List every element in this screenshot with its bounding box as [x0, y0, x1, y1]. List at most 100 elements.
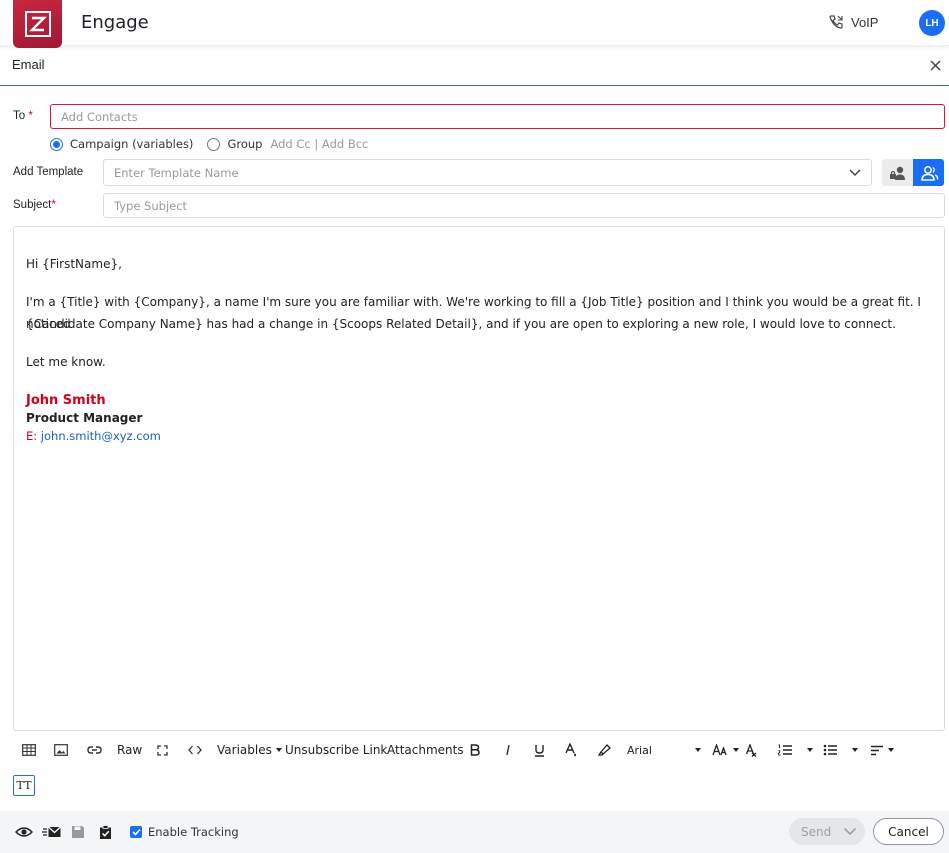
- preview-button[interactable]: [15, 823, 33, 841]
- shared-template-button[interactable]: [913, 159, 944, 186]
- caret-down-icon: [852, 748, 858, 752]
- add-cc-bcc-link[interactable]: Add Cc | Add Bcc: [270, 137, 368, 151]
- caret-down-icon: [888, 748, 894, 752]
- ordered-list-icon: [777, 744, 792, 756]
- subject-label: Subject*: [13, 199, 56, 211]
- font-family-dropdown[interactable]: Arial: [627, 740, 703, 760]
- subject-placeholder: Type Subject: [114, 198, 188, 213]
- users-icon: [920, 165, 938, 181]
- radio-group-label[interactable]: Group: [227, 137, 262, 151]
- radio-campaign[interactable]: [50, 137, 63, 151]
- enable-tracking-label: Enable Tracking: [148, 825, 239, 839]
- required-mark: *: [51, 199, 56, 211]
- user-avatar[interactable]: LH: [919, 10, 945, 36]
- clear-format-icon: [745, 743, 757, 757]
- body-greeting: Hi {FirstName},: [26, 257, 122, 271]
- save-icon: [72, 826, 84, 838]
- attachments-button[interactable]: Attachments: [387, 740, 464, 760]
- close-icon: [929, 59, 941, 71]
- signature-email-address[interactable]: john.smith@xyz.com: [41, 429, 161, 443]
- variables-dropdown[interactable]: Variables: [217, 740, 282, 760]
- subject-input[interactable]: Type Subject: [103, 193, 945, 218]
- send-test-email-button[interactable]: [42, 823, 61, 841]
- signature-email-prefix: E:: [26, 429, 38, 443]
- insert-link-button[interactable]: [87, 740, 102, 760]
- code-view-button[interactable]: [188, 740, 202, 760]
- insert-table-button[interactable]: [22, 740, 36, 760]
- unsubscribe-link-button[interactable]: Unsubscribe Link: [285, 740, 387, 760]
- close-button[interactable]: [928, 58, 942, 72]
- save-draft-button[interactable]: [71, 823, 85, 841]
- body-closing: Let me know.: [26, 355, 106, 369]
- bullet-list-icon: [823, 744, 837, 756]
- body-paragraph-line-2: {Candidate Company Name} has had a chang…: [26, 317, 896, 331]
- checkbox-checked-icon: [130, 826, 142, 838]
- panel-divider: [0, 85, 949, 86]
- radio-campaign-label[interactable]: Campaign (variables): [70, 137, 193, 151]
- text-color-icon: [565, 743, 576, 757]
- template-placeholder: Enter Template Name: [114, 165, 239, 180]
- to-label: To *: [13, 110, 33, 122]
- required-mark: *: [28, 110, 33, 122]
- bold-icon: [470, 744, 480, 756]
- template-select[interactable]: Enter Template Name: [103, 159, 872, 186]
- email-footer: Enable Tracking Send Cancel: [0, 811, 949, 853]
- font-size-icon: [712, 744, 727, 756]
- zoominfo-logo[interactable]: [13, 0, 62, 48]
- radio-group[interactable]: [207, 137, 221, 151]
- bold-button[interactable]: [470, 740, 480, 760]
- send-button[interactable]: Send: [789, 818, 865, 845]
- recipient-mode-group: Campaign (variables) Group Add Cc | Add …: [50, 137, 368, 151]
- z-logo-icon: [24, 11, 51, 37]
- text-color-button[interactable]: [565, 740, 578, 760]
- code-icon: [188, 745, 202, 755]
- enable-tracking-checkbox[interactable]: Enable Tracking: [130, 823, 239, 841]
- email-body-editor[interactable]: Hi {FirstName}, I'm a {Title} with {Comp…: [13, 226, 945, 731]
- caret-down-icon: [695, 748, 701, 752]
- caret-down-icon: [733, 748, 739, 752]
- font-family-value: Arial: [627, 743, 652, 757]
- fullscreen-button[interactable]: [157, 740, 168, 760]
- to-input[interactable]: Add Contacts: [50, 104, 945, 129]
- send-label: Send: [801, 824, 832, 839]
- signature-email: E: john.smith@xyz.com: [26, 429, 161, 443]
- highlight-button[interactable]: [597, 740, 611, 760]
- align-left-icon: [871, 745, 883, 755]
- insert-image-button[interactable]: [54, 740, 68, 760]
- signature-name: John Smith: [26, 393, 106, 408]
- app-title: Engage: [81, 12, 149, 33]
- text-transform-button[interactable]: TT: [13, 775, 35, 796]
- italic-icon: [506, 744, 510, 756]
- clipboard-check-icon: [100, 824, 111, 839]
- image-icon: [54, 744, 68, 756]
- chevron-down-icon[interactable]: [843, 825, 857, 837]
- align-dropdown[interactable]: [870, 740, 894, 760]
- user-lock-icon: [889, 166, 905, 180]
- ordered-list-dropdown[interactable]: [777, 740, 813, 760]
- italic-button[interactable]: [504, 740, 512, 760]
- save-template-button[interactable]: [99, 823, 112, 841]
- phone-icon: [829, 15, 843, 29]
- cancel-button[interactable]: Cancel: [873, 818, 944, 845]
- text-transform-label: TT: [16, 779, 32, 792]
- underline-button[interactable]: [534, 740, 545, 760]
- raw-html-button[interactable]: Raw: [117, 740, 142, 760]
- highlighter-icon: [597, 743, 611, 756]
- unordered-list-dropdown[interactable]: [823, 740, 858, 760]
- send-mail-icon: [42, 826, 61, 837]
- eye-icon: [15, 827, 33, 837]
- caret-down-icon: [807, 748, 813, 752]
- chevron-down-icon: [849, 169, 861, 177]
- voip-button[interactable]: VoIP: [828, 14, 878, 30]
- template-label: Add Template: [13, 166, 84, 178]
- font-size-dropdown[interactable]: [712, 740, 739, 760]
- private-template-button[interactable]: [882, 159, 913, 186]
- underline-icon: [535, 744, 544, 757]
- link-icon: [87, 746, 102, 754]
- caret-down-icon: [275, 748, 282, 752]
- clear-format-button[interactable]: [745, 740, 757, 760]
- to-placeholder: Add Contacts: [61, 109, 138, 124]
- editor-toolbar: Raw Variables Unsubscribe Link Attachmen…: [0, 740, 949, 760]
- panel-title: Email: [12, 57, 45, 72]
- top-app-bar: Engage VoIP LH: [0, 0, 949, 48]
